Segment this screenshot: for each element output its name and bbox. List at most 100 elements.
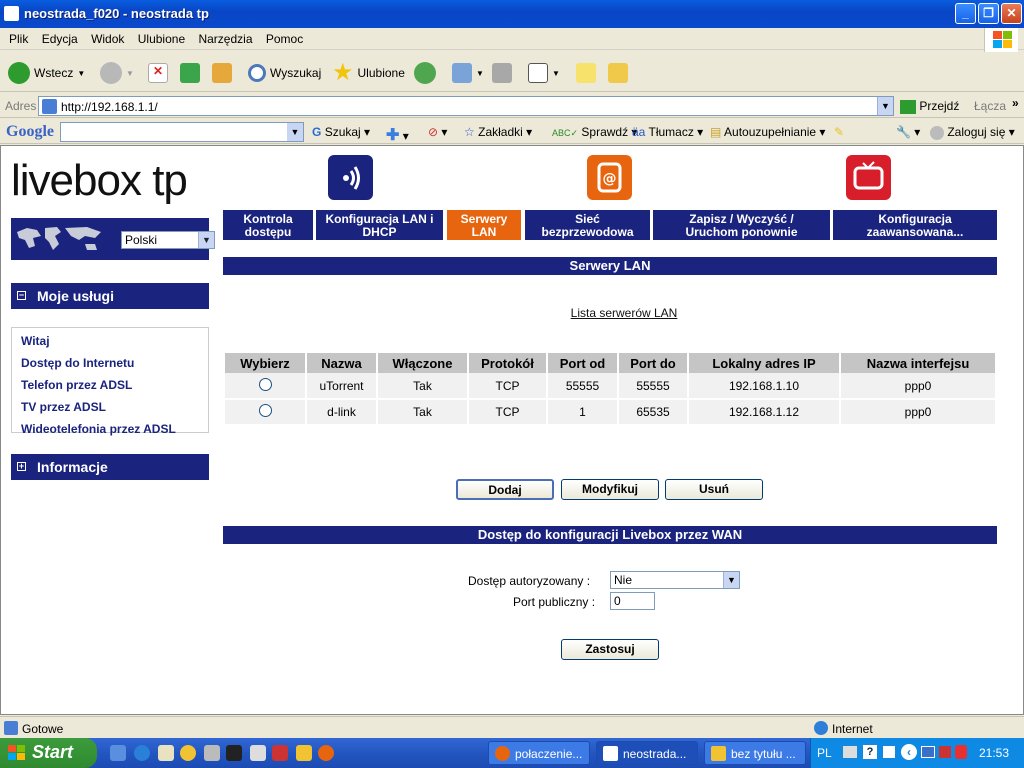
ie-icon: [603, 746, 618, 761]
translate-button[interactable]: äa Tłumacz ▾: [632, 125, 703, 139]
clock[interactable]: 21:53: [979, 746, 1009, 760]
bookmarks-button[interactable]: ☆ Zakładki ▾: [464, 125, 532, 139]
google-dropdown-icon[interactable]: ▼: [287, 123, 303, 141]
chevron-right-icon[interactable]: »: [1012, 96, 1019, 110]
signin-button[interactable]: Zaloguj się ▾: [930, 125, 1015, 140]
table-row: uTorrent Tak TCP 55555 55555 192.168.1.1…: [225, 373, 997, 400]
quicklaunch-folder-icon[interactable]: [158, 745, 174, 761]
lan-servers-list-link[interactable]: Lista serwerów LAN: [1, 306, 1023, 320]
mail-icon: [452, 63, 472, 83]
status-text: Gotowe: [22, 722, 64, 736]
spellcheck-button[interactable]: ABC✓ Sprawdź ▾: [552, 125, 637, 139]
refresh-button[interactable]: [180, 60, 200, 86]
google-search-input[interactable]: ▼: [60, 122, 304, 142]
quicklaunch-firefox-icon[interactable]: [318, 745, 334, 761]
back-button[interactable]: Wstecz ▼: [8, 60, 85, 86]
service-link-internet[interactable]: Dostęp do Internetu: [12, 352, 208, 374]
wireless-icon[interactable]: [328, 155, 373, 200]
tv-icon[interactable]: [846, 155, 891, 200]
highlight-button[interactable]: ✎: [834, 125, 844, 139]
note-icon: [576, 63, 596, 83]
menu-bar: Plik Edycja Widok Ulubione Narzędzia Pom…: [0, 28, 1024, 50]
task-neostrada[interactable]: neostrada...: [596, 741, 698, 765]
maximize-button[interactable]: ❐: [978, 3, 999, 24]
help-icon[interactable]: ?: [863, 745, 877, 759]
language-select[interactable]: Polski ▼: [121, 231, 215, 249]
service-link-tv[interactable]: TV przez ADSL: [12, 396, 208, 418]
forward-button[interactable]: ▼: [100, 60, 134, 86]
stop-button[interactable]: ✕: [148, 60, 168, 86]
address-input[interactable]: http://192.168.1.1/ ▼: [38, 96, 894, 116]
discuss-button[interactable]: [576, 60, 596, 86]
minimize-button[interactable]: _: [955, 3, 976, 24]
quicklaunch-pen-icon[interactable]: [296, 745, 312, 761]
service-link-videophone[interactable]: Wideotelefonia przez ADSL: [12, 418, 208, 440]
quicklaunch-desktop-icon[interactable]: [110, 745, 126, 761]
search-label: Wyszukaj: [270, 66, 322, 80]
favorites-button[interactable]: ★ Ulubione: [332, 60, 405, 86]
bookmark-star-icon: ☆: [464, 125, 475, 139]
links-label[interactable]: Łącza: [974, 99, 1006, 113]
tab-lan-servers[interactable]: Serwery LAN: [447, 210, 521, 240]
menu-edit[interactable]: Edycja: [37, 28, 83, 50]
quicklaunch-tool-icon[interactable]: [250, 745, 266, 761]
mail-button[interactable]: ▼: [452, 60, 484, 86]
service-link-witaj[interactable]: Witaj: [12, 328, 208, 352]
row-radio[interactable]: [258, 377, 272, 391]
autofill-button[interactable]: ▤ Autouzupełnianie ▾: [710, 125, 825, 139]
tab-advanced[interactable]: Konfiguracja zaawansowana...: [833, 210, 997, 240]
edit-button[interactable]: ▼: [528, 60, 560, 86]
messenger-button[interactable]: [608, 60, 628, 86]
close-button[interactable]: ✕: [1001, 3, 1022, 24]
menu-favorites[interactable]: Ulubione: [133, 28, 190, 50]
google-search-button[interactable]: G Szukaj ▾: [312, 125, 370, 139]
address-url: http://192.168.1.1/: [61, 100, 158, 114]
auth-access-select[interactable]: Nie ▼: [610, 571, 740, 589]
tab-access-control[interactable]: Kontrola dostępu: [223, 210, 313, 240]
security-shield-icon[interactable]: [955, 745, 967, 759]
settings-button[interactable]: 🔧 ▾: [896, 125, 920, 139]
quicklaunch-player-icon[interactable]: [272, 745, 288, 761]
menu-view[interactable]: Widok: [86, 28, 129, 50]
tab-wireless[interactable]: Sieć bezprzewodowa: [525, 210, 650, 240]
quicklaunch-media-icon[interactable]: [180, 745, 196, 761]
task-paint[interactable]: bez tytułu ...: [704, 741, 806, 765]
apply-button[interactable]: Zastosuj: [561, 639, 659, 660]
public-port-input[interactable]: 0: [610, 592, 655, 610]
popup-blocker-button[interactable]: ⊘ ▾: [428, 125, 447, 139]
tab-save-reset[interactable]: Zapisz / Wyczyść / Uruchom ponownie: [653, 210, 830, 240]
modify-button[interactable]: Modyfikuj: [561, 479, 659, 500]
home-button[interactable]: [212, 60, 232, 86]
tray-app-icon[interactable]: [939, 746, 951, 758]
quicklaunch-app-icon[interactable]: [226, 745, 242, 761]
wan-access-title: Dostęp do konfiguracji Livebox przez WAN: [223, 526, 997, 544]
print-button[interactable]: [492, 60, 512, 86]
menu-tools[interactable]: Narzędzia: [193, 28, 257, 50]
info-header[interactable]: + Informacje: [11, 454, 209, 480]
plus-button[interactable]: ✚ ▾: [386, 125, 409, 145]
cell-name: d-link: [306, 399, 378, 426]
address-dropdown-icon[interactable]: ▼: [877, 97, 893, 115]
menu-file[interactable]: Plik: [4, 28, 33, 50]
history-button[interactable]: [414, 60, 436, 86]
add-button[interactable]: Dodaj: [456, 479, 554, 500]
chevron-left-icon[interactable]: ‹: [901, 744, 917, 760]
task-connection[interactable]: połaczenie...: [488, 741, 590, 765]
quicklaunch-ie-icon[interactable]: [134, 745, 150, 761]
network-icon[interactable]: [921, 746, 935, 758]
quicklaunch-doc-icon[interactable]: [204, 745, 220, 761]
menu-help[interactable]: Pomoc: [261, 28, 308, 50]
keyboard-icon[interactable]: [843, 746, 857, 758]
svg-text:@: @: [603, 171, 617, 187]
home-icon: [212, 63, 232, 83]
language-indicator[interactable]: PL: [817, 746, 832, 760]
search-button[interactable]: Wyszukaj: [248, 60, 321, 86]
row-radio[interactable]: [258, 404, 272, 417]
delete-button[interactable]: Usuń: [665, 479, 763, 500]
start-button[interactable]: Start: [0, 738, 97, 768]
service-link-phone[interactable]: Telefon przez ADSL: [12, 374, 208, 396]
tray-doc-icon[interactable]: [883, 746, 895, 758]
internet-icon[interactable]: @: [587, 155, 632, 200]
go-button[interactable]: Przejdź: [900, 99, 959, 114]
tab-lan-dhcp[interactable]: Konfiguracja LAN i DHCP: [316, 210, 443, 240]
